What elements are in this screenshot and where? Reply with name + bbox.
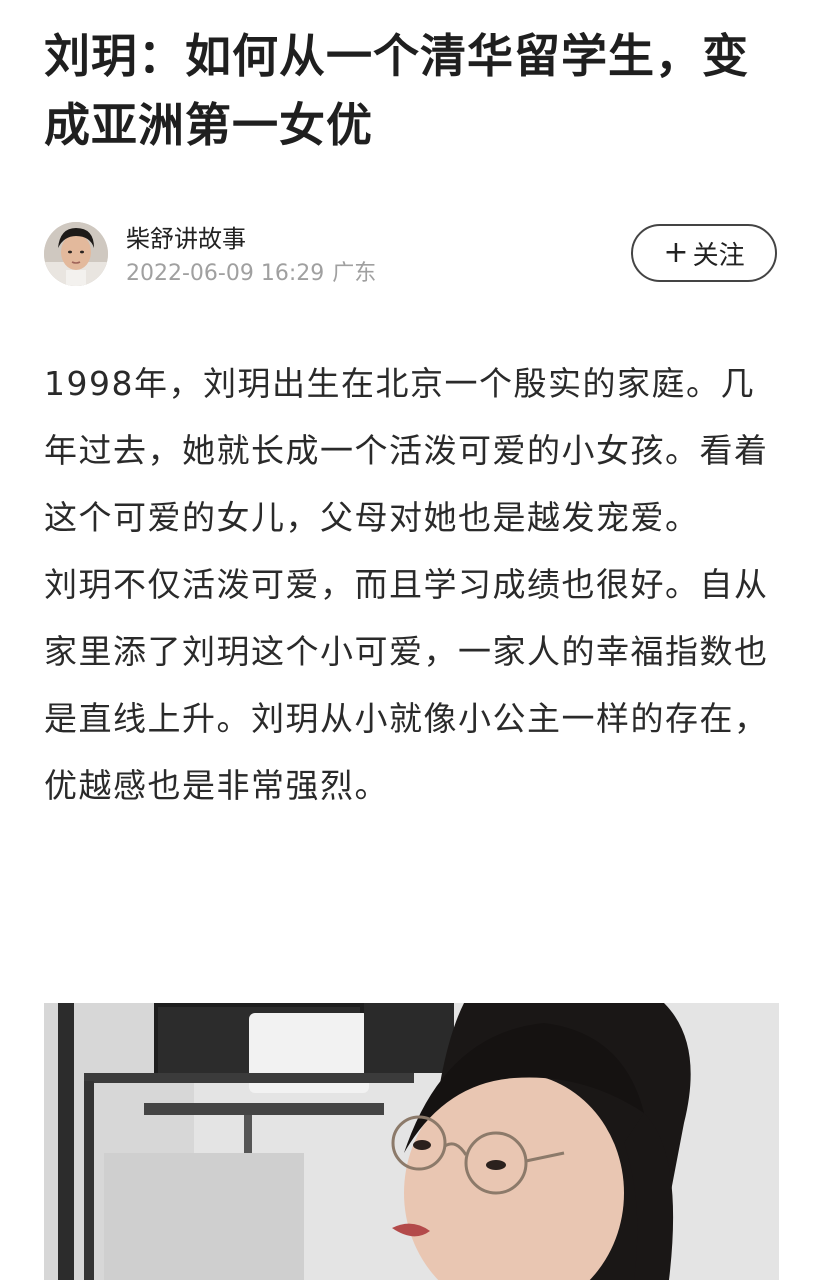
post-datetime: 2022-06-09 16:29 xyxy=(126,261,325,286)
article-paragraph: 刘玥不仅活泼可爱，而且学习成绩也很好。自从家里添了刘玥这个小可爱，一家人的幸福指… xyxy=(44,565,769,805)
post-meta: 2022-06-09 16:29 广东 xyxy=(126,260,384,288)
author-avatar[interactable] xyxy=(44,222,108,286)
post-location: 广东 xyxy=(332,261,377,286)
article-title: 刘玥：如何从一个清华留学生，变成亚洲第一女优 xyxy=(44,29,749,152)
author-name[interactable]: 柴舒讲故事 xyxy=(126,224,246,254)
article-image xyxy=(44,1003,779,1280)
plus-icon: + xyxy=(663,235,689,270)
article-body: 1998年，刘玥出生在北京一个殷实的家庭。几年过去，她就长成一个活泼可爱的小女孩… xyxy=(44,350,779,819)
avatar-photo-icon xyxy=(44,222,108,286)
article-paragraph: 1998年，刘玥出生在北京一个殷实的家庭。几年过去，她就长成一个活泼可爱的小女孩… xyxy=(44,364,769,537)
follow-label: 关注 xyxy=(692,240,745,271)
article-page: 刘玥：如何从一个清华留学生，变成亚洲第一女优 柴舒讲故事 2022-06-09 … xyxy=(0,0,821,1280)
article-photo[interactable] xyxy=(44,1003,779,1280)
follow-button[interactable]: + 关注 xyxy=(631,224,777,282)
author-row: 柴舒讲故事 2022-06-09 16:29 广东 + 关注 xyxy=(44,222,779,288)
